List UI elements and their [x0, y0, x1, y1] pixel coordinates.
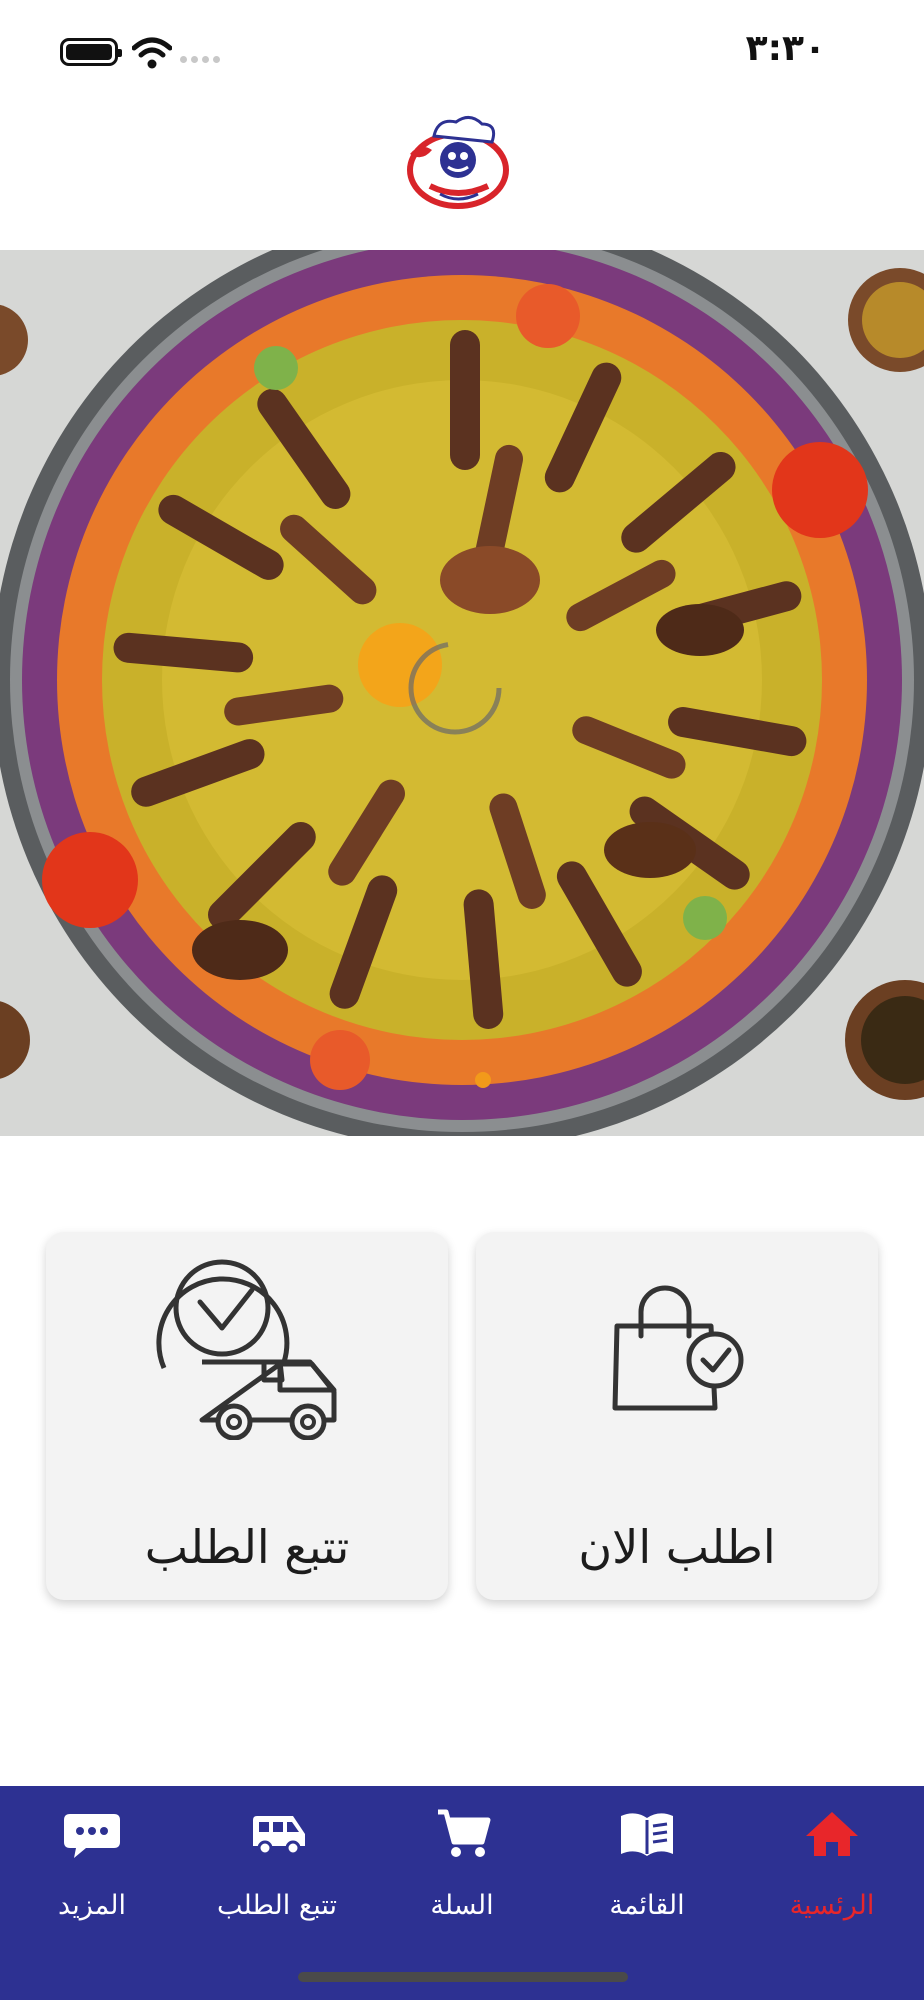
shopping-bag-check-icon — [612, 1285, 744, 1411]
food-platter-image — [0, 250, 924, 1136]
nav-label-more: المزيد — [58, 1890, 126, 1921]
nav-label-track: تتبع الطلب — [216, 1890, 338, 1921]
nav-item-menu[interactable]: القائمة — [555, 1808, 739, 1928]
home-indicator — [298, 1972, 628, 1982]
home-screen: ٣:٣٠ تتبع الطلب اطلب الان المزيد تتبع ال… — [0, 0, 924, 2000]
hero-carousel[interactable] — [0, 250, 924, 1136]
home-icon — [806, 1812, 858, 1856]
track-order-label: تتبع الطلب — [144, 1520, 350, 1574]
track-order-card[interactable]: تتبع الطلب — [46, 1232, 448, 1600]
menu-book-icon — [621, 1813, 673, 1856]
clock-delivery-truck-icon — [156, 1259, 337, 1440]
wifi-icon — [132, 37, 172, 69]
order-now-label: اطلب الان — [578, 1520, 776, 1574]
bottom-nav: المزيد تتبع الطلب السلة القائمة الرئسية — [0, 1786, 924, 2000]
nav-item-track[interactable]: تتبع الطلب — [185, 1808, 369, 1928]
nav-item-cart[interactable]: السلة — [370, 1808, 554, 1928]
order-now-card[interactable]: اطلب الان — [476, 1232, 878, 1600]
nav-item-home[interactable]: الرئسية — [740, 1808, 924, 1928]
bus-icon — [253, 1816, 305, 1856]
status-time: ٣:٣٠ — [745, 28, 826, 69]
nav-item-more[interactable]: المزيد — [0, 1808, 184, 1928]
battery-icon — [60, 38, 122, 66]
nav-label-home: الرئسية — [789, 1890, 875, 1921]
status-bar: ٣:٣٠ — [0, 0, 924, 100]
nav-label-menu: القائمة — [609, 1890, 685, 1921]
signal-icon — [180, 56, 220, 63]
chef-logo-icon — [407, 116, 509, 209]
more-chat-icon — [64, 1814, 120, 1858]
nav-label-cart: السلة — [430, 1890, 494, 1921]
cart-icon — [438, 1809, 491, 1857]
